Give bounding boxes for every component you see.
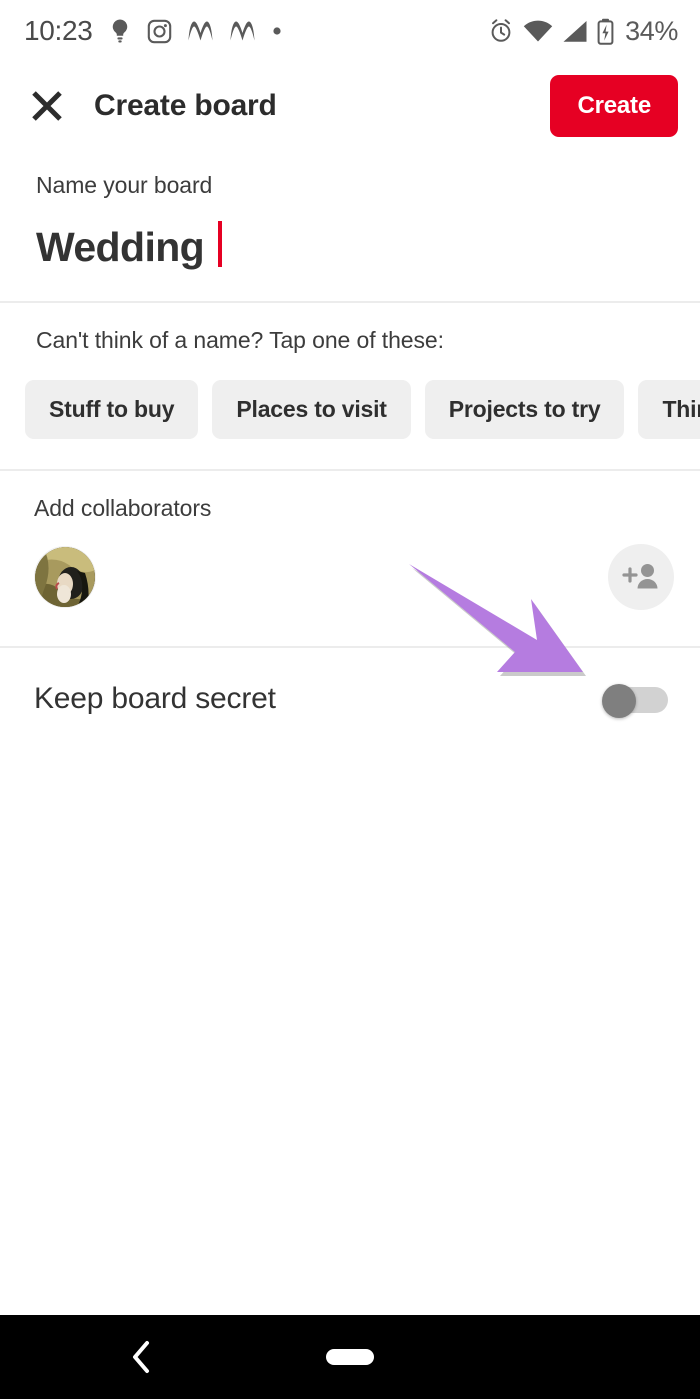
create-button[interactable]: Create xyxy=(550,75,678,137)
status-bar-right: 34% xyxy=(488,16,678,47)
status-bar-left: 10:23 xyxy=(24,15,283,47)
board-name-section: Name your board Wedding xyxy=(0,150,700,301)
board-name-input[interactable]: Wedding xyxy=(36,215,674,271)
android-nav-bar xyxy=(0,1315,700,1399)
alarm-icon xyxy=(488,18,514,44)
battery-charging-icon xyxy=(597,18,614,45)
instagram-icon xyxy=(147,19,172,44)
board-name-value: Wedding xyxy=(36,224,205,270)
keep-board-secret-row[interactable]: Keep board secret xyxy=(0,648,700,750)
suggestion-chip[interactable]: Projects to try xyxy=(424,380,625,439)
collaborators-section: Add collaborators xyxy=(0,471,700,646)
empty-content-area xyxy=(0,750,700,1315)
phone-screen: 10:23 34% Create board Create Name your … xyxy=(0,0,700,1399)
status-clock: 10:23 xyxy=(24,15,93,46)
battery-percent-label: 34% xyxy=(625,15,678,46)
suggestion-chip[interactable]: Places to visit xyxy=(212,380,411,439)
toggle-knob xyxy=(602,684,636,718)
dot-icon xyxy=(271,25,283,37)
app-header: Create board Create xyxy=(0,62,700,150)
keep-board-secret-toggle[interactable] xyxy=(602,684,668,718)
board-name-label: Name your board xyxy=(36,172,213,198)
page-title: Create board xyxy=(94,89,277,122)
collaborators-label: Add collaborators xyxy=(34,495,212,521)
collaborators-row xyxy=(34,538,674,616)
home-pill-icon[interactable] xyxy=(326,1349,374,1365)
suggestions-label: Can't think of a name? Tap one of these: xyxy=(36,327,444,353)
back-chevron-icon[interactable] xyxy=(130,1339,154,1375)
status-bar: 10:23 34% xyxy=(0,0,700,62)
keep-board-secret-label: Keep board secret xyxy=(34,682,276,715)
name-suggestions-section: Can't think of a name? Tap one of these:… xyxy=(0,303,700,469)
add-person-icon[interactable] xyxy=(608,544,674,610)
suggestion-chip[interactable]: Thing xyxy=(638,380,700,439)
m-app-icon xyxy=(187,20,214,42)
suggestion-chip-row[interactable]: Stuff to buy Places to visit Projects to… xyxy=(0,380,700,439)
close-x-icon[interactable] xyxy=(26,85,68,127)
cellular-signal-icon xyxy=(562,20,588,43)
text-cursor-icon xyxy=(218,221,223,267)
lightbulb-icon xyxy=(108,18,132,44)
collaborator-avatar[interactable] xyxy=(34,546,96,608)
m-app-icon-2 xyxy=(229,20,256,42)
suggestion-chip[interactable]: Stuff to buy xyxy=(25,380,199,439)
wifi-icon xyxy=(523,20,553,43)
